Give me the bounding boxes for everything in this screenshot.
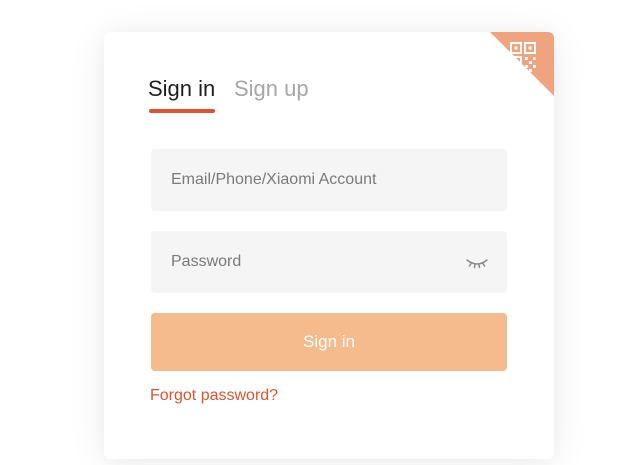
email-field-container (151, 149, 507, 211)
password-field-container (151, 231, 507, 293)
active-tab-indicator (149, 109, 215, 113)
eye-closed-icon (466, 259, 488, 269)
sign-in-button[interactable]: Sign in (151, 313, 507, 371)
tab-sign-in[interactable]: Sign in (148, 74, 215, 104)
email-input[interactable] (151, 149, 507, 211)
page: Sign in Sign up Sign i (0, 0, 635, 465)
password-input[interactable] (151, 231, 507, 293)
qr-code-icon (490, 32, 554, 96)
forgot-password-link[interactable]: Forgot password? (150, 385, 278, 407)
login-card: Sign in Sign up Sign i (104, 32, 554, 459)
qr-login-toggle[interactable] (490, 32, 554, 96)
password-visibility-toggle[interactable] (465, 252, 489, 272)
tab-sign-up[interactable]: Sign up (234, 74, 309, 104)
